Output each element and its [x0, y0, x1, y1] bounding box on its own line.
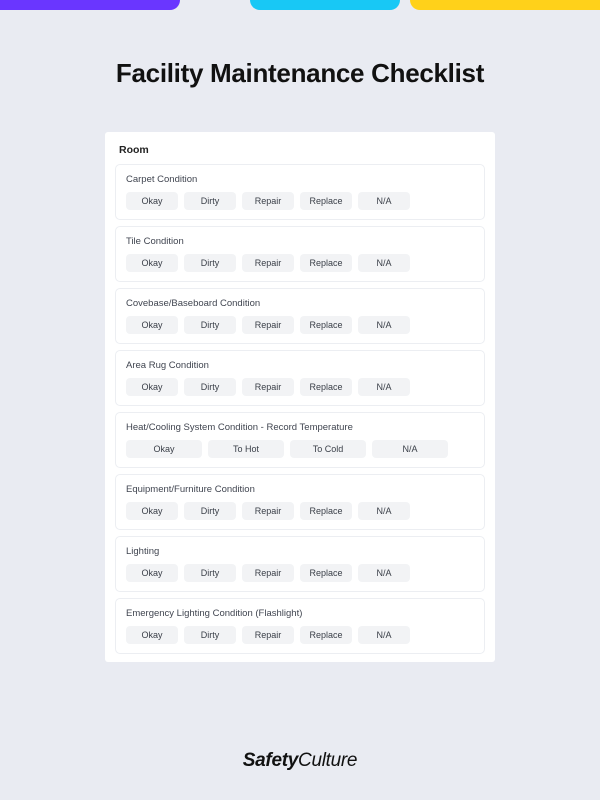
option-button[interactable]: N/A [358, 626, 410, 644]
checklist-item: Heat/Cooling System Condition - Record T… [115, 412, 485, 468]
option-button[interactable]: Okay [126, 192, 178, 210]
checklist-item: Lighting Okay Dirty Repair Replace N/A [115, 536, 485, 592]
checklist-item: Covebase/Baseboard Condition Okay Dirty Rep… [115, 288, 485, 344]
option-button[interactable]: Replace [300, 502, 352, 520]
option-button[interactable]: Repair [242, 316, 294, 334]
option-button[interactable]: Repair [242, 502, 294, 520]
option-button[interactable]: Repair [242, 626, 294, 644]
option-button[interactable]: Okay [126, 378, 178, 396]
option-button[interactable]: Repair [242, 378, 294, 396]
option-button[interactable]: N/A [358, 192, 410, 210]
option-button[interactable]: Dirty [184, 502, 236, 520]
checklist-item: Emergency Lighting Condition (Flashlight… [115, 598, 485, 654]
option-button[interactable]: N/A [358, 502, 410, 520]
option-button[interactable]: N/A [358, 254, 410, 272]
checklist-card: Room Carpet Condition Okay Dirty Repair Repl… [105, 132, 495, 662]
option-button[interactable]: Dirty [184, 316, 236, 334]
checklist-item: Carpet Condition Okay Dirty Repair Replace N/… [115, 164, 485, 220]
option-button[interactable]: To Cold [290, 440, 366, 458]
item-label: Lighting [126, 546, 474, 557]
brand-light: Culture [298, 750, 357, 771]
stripe-gap [400, 0, 410, 10]
stripe-cyan [250, 0, 400, 10]
option-button[interactable]: Okay [126, 502, 178, 520]
option-button[interactable]: Okay [126, 564, 178, 582]
option-button[interactable]: Dirty [184, 192, 236, 210]
option-row: Okay Dirty Repair Replace N/A [126, 192, 474, 210]
option-button[interactable]: Dirty [184, 378, 236, 396]
option-button[interactable]: N/A [372, 440, 448, 458]
option-button[interactable]: Dirty [184, 254, 236, 272]
brand-bold: Safety [243, 750, 298, 771]
item-label: Covebase/Baseboard Condition [126, 298, 474, 309]
option-row: Okay Dirty Repair Replace N/A [126, 254, 474, 272]
item-label: Heat/Cooling System Condition - Record T… [126, 422, 474, 433]
option-button[interactable]: Replace [300, 378, 352, 396]
checklist-item: Tile Condition Okay Dirty Repair Replace N/A [115, 226, 485, 282]
option-button[interactable]: N/A [358, 564, 410, 582]
stripe-purple [0, 0, 180, 10]
section-label: Room [115, 142, 485, 164]
option-row: Okay Dirty Repair Replace N/A [126, 564, 474, 582]
option-button[interactable]: N/A [358, 378, 410, 396]
option-button[interactable]: Okay [126, 626, 178, 644]
option-row: Okay Dirty Repair Replace N/A [126, 378, 474, 396]
option-button[interactable]: Replace [300, 254, 352, 272]
option-row: Okay Dirty Repair Replace N/A [126, 502, 474, 520]
option-row: Okay Dirty Repair Replace N/A [126, 626, 474, 644]
page-title: Facility Maintenance Checklist [0, 58, 600, 89]
option-row: Okay To Hot To Cold N/A [126, 440, 474, 458]
item-label: Tile Condition [126, 236, 474, 247]
option-row: Okay Dirty Repair Replace N/A [126, 316, 474, 334]
item-label: Equipment/Furniture Condition [126, 484, 474, 495]
option-button[interactable]: Repair [242, 192, 294, 210]
option-button[interactable]: N/A [358, 316, 410, 334]
option-button[interactable]: Replace [300, 626, 352, 644]
option-button[interactable]: Repair [242, 564, 294, 582]
option-button[interactable]: Repair [242, 254, 294, 272]
stripe-gap [180, 0, 250, 10]
option-button[interactable]: Dirty [184, 626, 236, 644]
option-button[interactable]: Replace [300, 316, 352, 334]
brand-logo: SafetyCulture [0, 750, 600, 772]
option-button[interactable]: Okay [126, 254, 178, 272]
item-label: Carpet Condition [126, 174, 474, 185]
option-button[interactable]: Okay [126, 440, 202, 458]
option-button[interactable]: Replace [300, 192, 352, 210]
checklist-item: Equipment/Furniture Condition Okay Dirty Re… [115, 474, 485, 530]
option-button[interactable]: To Hot [208, 440, 284, 458]
stripe-yellow [410, 0, 600, 10]
option-button[interactable]: Dirty [184, 564, 236, 582]
item-label: Area Rug Condition [126, 360, 474, 371]
top-accent-stripe [0, 0, 600, 10]
item-label: Emergency Lighting Condition (Flashlight… [126, 608, 474, 619]
option-button[interactable]: Replace [300, 564, 352, 582]
checklist-item: Area Rug Condition Okay Dirty Repair Replace… [115, 350, 485, 406]
option-button[interactable]: Okay [126, 316, 178, 334]
